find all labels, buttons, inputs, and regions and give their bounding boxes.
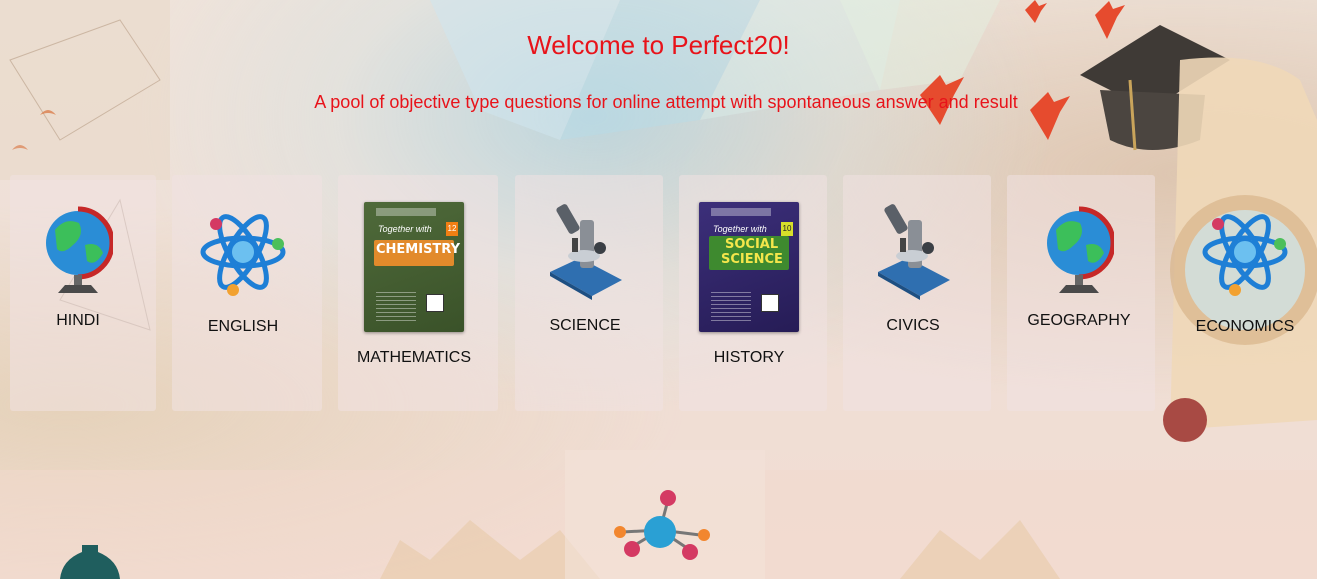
molecule-decoration xyxy=(614,490,710,560)
microscope-icon xyxy=(878,204,950,300)
subject-label: SCIENCE xyxy=(549,317,621,334)
subject-hindi[interactable]: HINDI xyxy=(28,205,128,330)
subject-economics[interactable]: ECONOMICS xyxy=(1190,202,1300,336)
subject-label: CIVICS xyxy=(886,317,940,334)
tagline: A pool of objective type questions for o… xyxy=(314,92,1018,112)
subject-english[interactable]: ENGLISH xyxy=(193,202,293,336)
subject-label: ECONOMICS xyxy=(1195,318,1295,335)
microscope-icon xyxy=(550,204,622,300)
subject-geography[interactable]: GEOGRAPHY xyxy=(1024,205,1134,330)
atom-icon xyxy=(1202,214,1288,296)
subject-mathematics[interactable]: Together with 12 CHEMISTRY MATHEMATICS xyxy=(354,202,474,367)
atom-icon xyxy=(200,214,286,296)
social-science-book-icon: Together with 10 SOCIAL SCIENCE xyxy=(699,202,799,332)
subject-science[interactable]: SCIENCE xyxy=(535,200,635,335)
subject-label: HISTORY xyxy=(713,349,785,366)
subject-label: GEOGRAPHY xyxy=(1027,312,1131,329)
subject-civics[interactable]: CIVICS xyxy=(863,200,963,335)
chemistry-book-icon: Together with 12 CHEMISTRY xyxy=(364,202,464,332)
subject-label: HINDI xyxy=(56,312,100,329)
globe-icon xyxy=(1047,206,1114,293)
subject-label: ENGLISH xyxy=(207,318,279,335)
subject-history[interactable]: Together with 10 SOCIAL SCIENCE HISTORY xyxy=(689,202,809,367)
welcome-heading: Welcome to Perfect20! xyxy=(527,30,790,60)
subject-label: MATHEMATICS xyxy=(356,349,472,366)
globe-icon xyxy=(46,206,113,293)
